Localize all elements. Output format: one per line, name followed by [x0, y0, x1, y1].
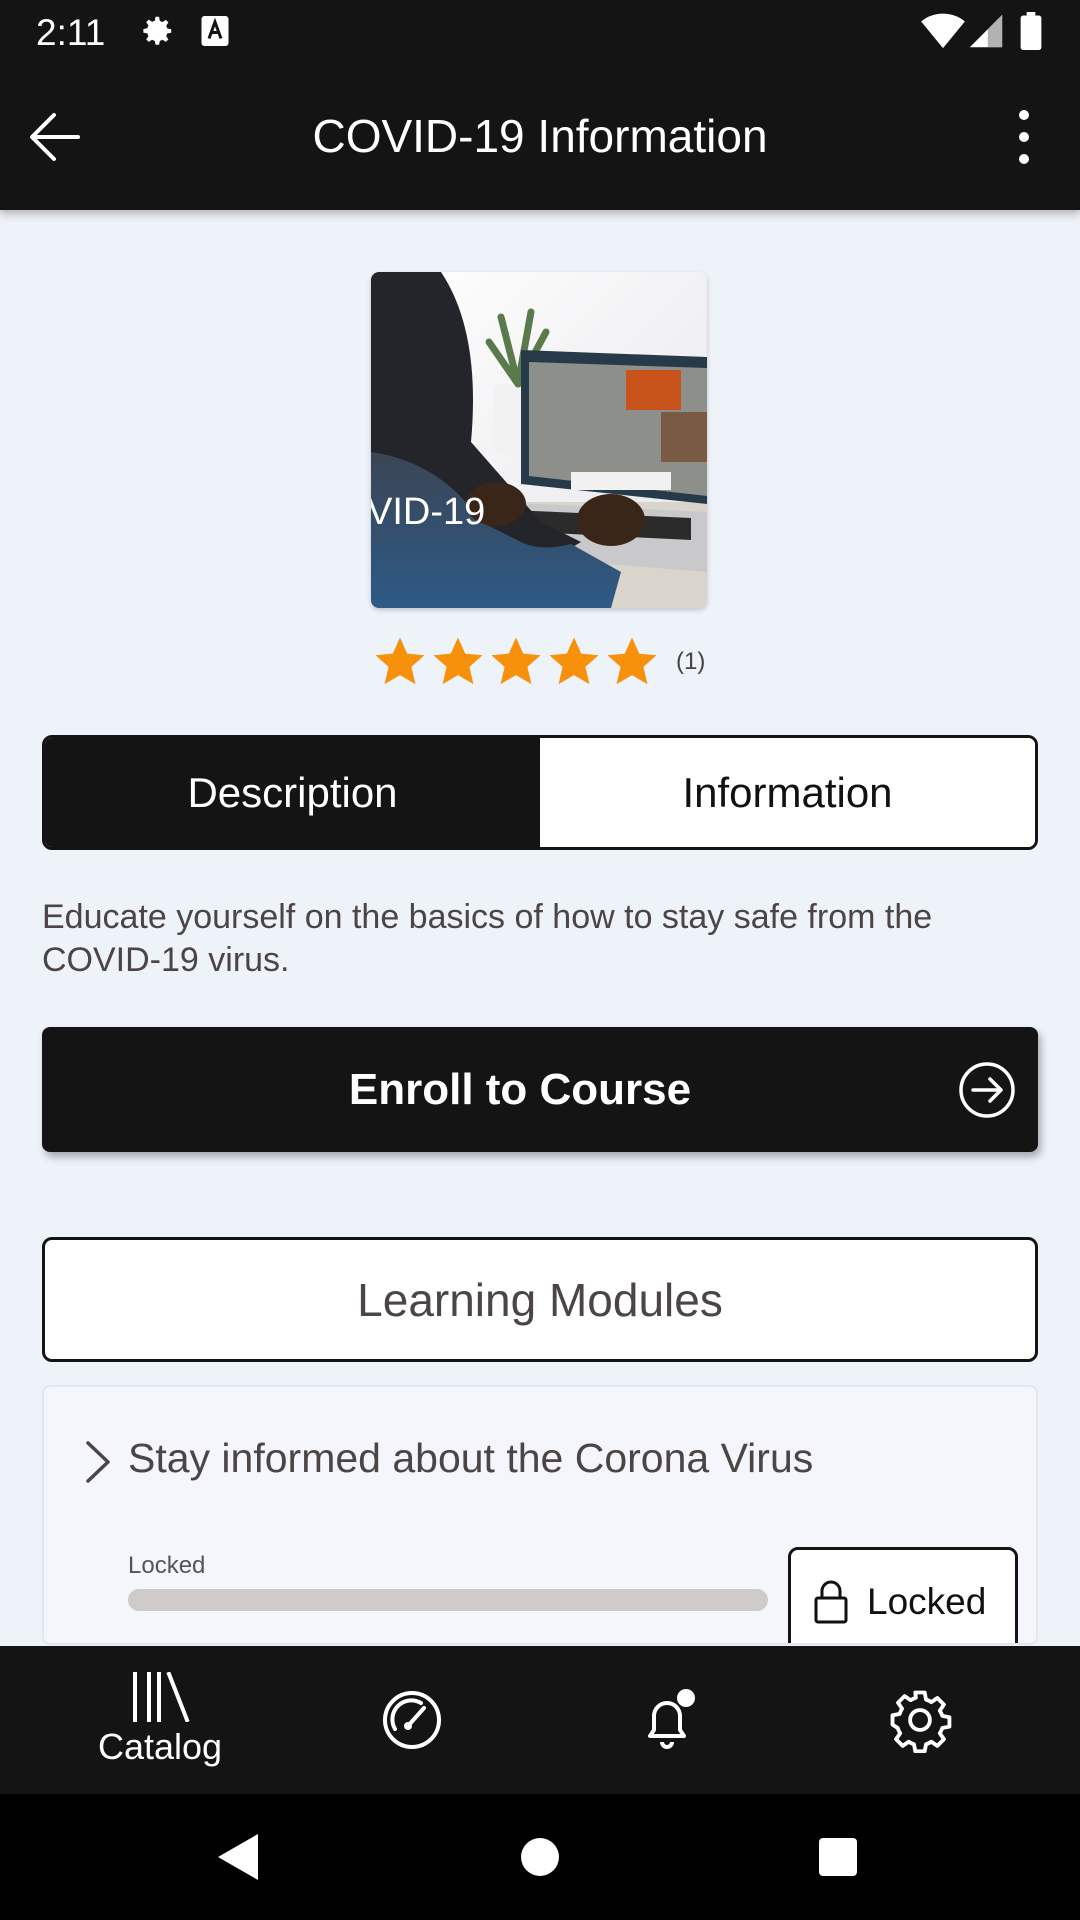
more-vert-icon [1019, 110, 1029, 164]
star-icon [549, 637, 599, 685]
course-thumbnail: VID-19 [371, 272, 707, 608]
page-title: COVID-19 Information [312, 110, 768, 162]
module-progress-bar [128, 1589, 768, 1611]
wifi-icon [921, 13, 965, 49]
nav-notifications[interactable] [618, 1646, 718, 1794]
system-navigation-bar [0, 1794, 1080, 1920]
enroll-button[interactable]: Enroll to Course [42, 1027, 1038, 1152]
catalog-icon [133, 1672, 190, 1722]
module-progress-label: Locked [128, 1552, 206, 1579]
keyboard-status-icon [201, 16, 229, 46]
tab-description[interactable]: Description [45, 738, 540, 847]
star-icon [607, 637, 657, 685]
rating: (1) [372, 632, 705, 692]
status-bar: 2:11 [0, 0, 1080, 63]
system-recents-icon[interactable] [816, 1830, 860, 1884]
locked-label: Locked [867, 1581, 987, 1622]
star-icon [433, 637, 483, 685]
nav-catalog-label: Catalog [97, 1726, 223, 1767]
nav-settings[interactable] [870, 1646, 970, 1794]
star-icon [491, 637, 541, 685]
enroll-label: Enroll to Course [348, 1064, 692, 1114]
module-title: Stay informed about the Corona Virus [128, 1435, 814, 1481]
system-home-icon[interactable] [518, 1830, 562, 1884]
app-bar: COVID-19 Information [0, 63, 1080, 210]
learning-modules-header: Learning Modules [42, 1237, 1038, 1362]
system-back-icon[interactable] [214, 1830, 262, 1884]
bottom-navigation: Catalog [0, 1646, 1080, 1794]
chevron-right-icon [86, 1441, 110, 1483]
battery-icon [1020, 12, 1042, 50]
tab-bar: Description Information [42, 735, 1038, 850]
rating-count: (1) [676, 648, 706, 675]
tab-information[interactable]: Information [540, 738, 1035, 847]
thumbnail-text: VID-19 [371, 491, 485, 533]
settings-status-icon [143, 16, 172, 45]
notification-bell-icon [648, 1689, 695, 1749]
signal-icon [969, 14, 1003, 48]
lock-icon [814, 1580, 848, 1624]
nav-dashboard[interactable] [362, 1646, 462, 1794]
overflow-menu-button[interactable] [1000, 101, 1048, 173]
dashboard-icon [383, 1691, 441, 1749]
status-time: 2:11 [36, 12, 106, 53]
settings-gear-icon [890, 1690, 952, 1753]
locked-button[interactable]: Locked [788, 1547, 1018, 1643]
arrow-circle-right-icon [959, 1062, 1015, 1118]
star-icon [375, 637, 425, 685]
module-item[interactable]: Stay informed about the Corona Virus Loc… [42, 1385, 1038, 1645]
course-description: Educate yourself on the basics of how to… [42, 898, 933, 979]
nav-catalog[interactable]: Catalog [80, 1646, 240, 1794]
